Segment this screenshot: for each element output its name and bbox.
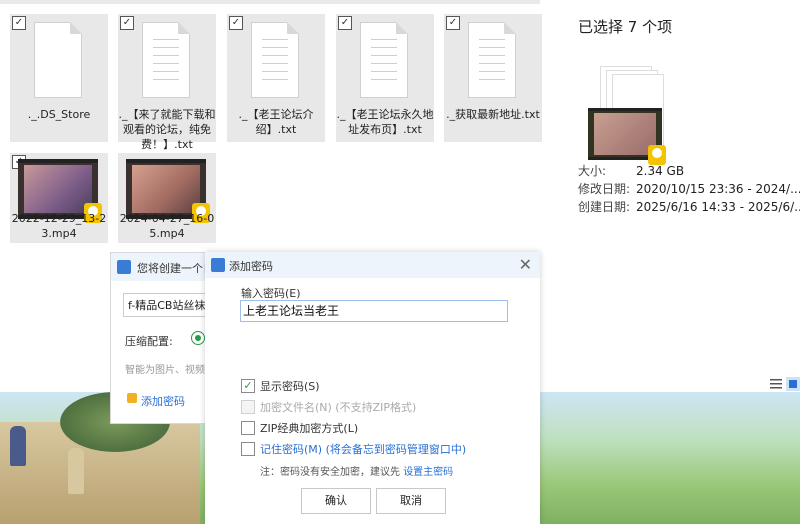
toolbar-strip	[0, 0, 540, 4]
preview-thumbnail	[588, 108, 666, 165]
password-dialog: 添加密码 ✕ 输入密码(E) 上老王论坛当老王 ✓ 显示密码(S) 加密文件名(…	[205, 252, 540, 524]
size-label: 大小:	[578, 164, 607, 178]
password-input[interactable]: 上老王论坛当老王	[240, 300, 508, 322]
details-pane: 已选择 7 个项 大小: 2.34 GB 修改日期: 2020/10/15 23…	[562, 0, 800, 392]
file-name: ._.DS_Store	[27, 108, 91, 121]
file-item[interactable]: ✓ ._【老王论坛介绍】.txt	[227, 14, 325, 142]
created-value: 2025/6/16 14:33 - 2025/6/...	[636, 200, 800, 214]
checkbox[interactable]: ✓	[229, 16, 243, 30]
compress-hint: 智能为图片、视频	[125, 365, 205, 376]
security-note: 注：密码没有安全加密，建议先 设置主密码	[260, 463, 453, 478]
checkbox[interactable]: ✓	[12, 16, 26, 30]
file-item[interactable]: ✓ ._【来了就能下载和观看的论坛，纯免费！】.txt	[118, 14, 216, 151]
lock-icon	[127, 393, 137, 403]
created-label: 创建日期:	[578, 200, 631, 214]
file-item[interactable]: ✓ ._获取最新地址.txt	[444, 14, 542, 142]
details-view-icon[interactable]	[766, 374, 800, 392]
checkbox[interactable]: ✓	[120, 16, 134, 30]
file-name: 2024-04-27_16-05.mp4	[119, 212, 215, 240]
file-name: ._【老王论坛永久地址发布页】.txt	[336, 108, 434, 136]
checkbox[interactable]: ✓	[446, 16, 460, 30]
selection-title: 已选择 7 个项	[578, 18, 673, 36]
archive-app-icon	[211, 258, 225, 272]
document-icon	[251, 22, 299, 98]
file-item[interactable]: ✓ 2022-12-29_13-23.mp4	[10, 153, 108, 243]
file-name: ._【来了就能下载和观看的论坛，纯免费！】.txt	[118, 108, 216, 151]
game-character	[10, 426, 26, 466]
checkbox[interactable]: ✓	[338, 16, 352, 30]
video-thumbnail	[18, 159, 102, 223]
dialog-title: 添加密码	[229, 260, 273, 273]
encrypt-filenames-label: 加密文件名(N) (不支持ZIP格式)	[260, 401, 417, 414]
add-password-link[interactable]: 添加密码	[141, 393, 185, 409]
view-toggle[interactable]	[766, 374, 800, 392]
compress-radio[interactable]	[191, 331, 205, 345]
cancel-button[interactable]: 取消	[376, 488, 446, 514]
document-icon	[142, 22, 190, 98]
video-thumbnail	[126, 159, 210, 223]
file-name: ._获取最新地址.txt	[446, 108, 540, 121]
player-badge-icon	[648, 145, 666, 165]
ok-button[interactable]: 确认	[301, 488, 371, 514]
show-password-label: 显示密码(S)	[260, 380, 320, 393]
dialog-title: 您将创建一个日	[137, 262, 214, 275]
close-icon[interactable]: ✕	[519, 255, 532, 274]
document-icon	[34, 22, 82, 98]
file-name: 2022-12-29_13-23.mp4	[11, 212, 107, 240]
size-row: 大小: 2.34 GB	[578, 163, 684, 179]
compress-label: 压缩配置:	[125, 335, 173, 348]
note-text: 注：密码没有安全加密，建议先	[260, 467, 404, 478]
show-password-checkbox[interactable]: ✓	[241, 379, 255, 393]
file-item[interactable]: 2024-04-27_16-05.mp4	[118, 153, 216, 243]
encrypt-filenames-checkbox	[241, 400, 255, 414]
password-label: 输入密码(E)	[241, 287, 301, 300]
zip-classic-checkbox[interactable]	[241, 421, 255, 435]
created-row: 创建日期: 2025/6/16 14:33 - 2025/6/...	[578, 199, 800, 215]
zip-classic-label: ZIP经典加密方式(L)	[260, 422, 359, 435]
modified-row: 修改日期: 2020/10/15 23:36 - 2024/...	[578, 181, 800, 197]
document-icon	[360, 22, 408, 98]
game-character	[68, 448, 84, 494]
document-icon	[468, 22, 516, 98]
size-value: 2.34 GB	[636, 164, 685, 178]
archive-app-icon	[117, 260, 131, 274]
modified-label: 修改日期:	[578, 182, 631, 196]
file-item[interactable]: ✓ ._.DS_Store	[10, 14, 108, 142]
modified-value: 2020/10/15 23:36 - 2024/...	[636, 182, 800, 196]
file-item[interactable]: ✓ ._【老王论坛永久地址发布页】.txt	[336, 14, 434, 142]
remember-password-label: 记住密码(M) (将会备忘到密码管理窗口中)	[260, 443, 467, 456]
set-master-password-link[interactable]: 设置主密码	[403, 467, 453, 478]
remember-password-checkbox[interactable]	[241, 442, 255, 456]
file-name: ._【老王论坛介绍】.txt	[238, 108, 314, 136]
dialog-header: 添加密码 ✕	[205, 252, 540, 278]
